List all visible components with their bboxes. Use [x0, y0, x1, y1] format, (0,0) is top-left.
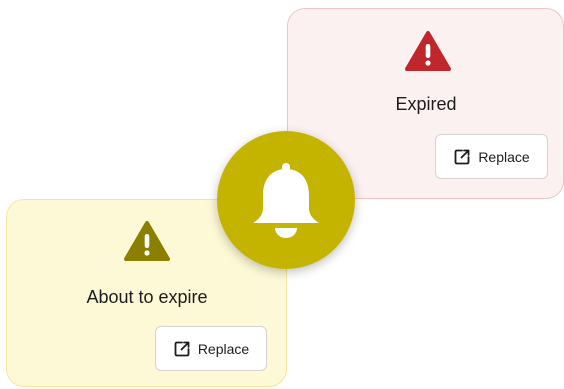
about-to-expire-title: About to expire	[86, 287, 208, 307]
replace-button-expired[interactable]: Replace	[435, 134, 548, 179]
expiry-status-illustration: Expired Replace About to expire Replace	[0, 0, 564, 389]
open-external-icon	[454, 149, 470, 164]
replace-button-about-to-expire[interactable]: Replace	[155, 326, 267, 371]
warning-icon	[124, 221, 170, 261]
expired-title: Expired	[395, 94, 457, 114]
replace-button-label: Replace	[478, 148, 530, 165]
replace-button-label: Replace	[197, 340, 250, 357]
notification-bell-badge	[217, 131, 355, 269]
warning-icon	[405, 31, 451, 71]
open-external-icon	[174, 341, 190, 356]
bell-icon	[253, 163, 319, 238]
